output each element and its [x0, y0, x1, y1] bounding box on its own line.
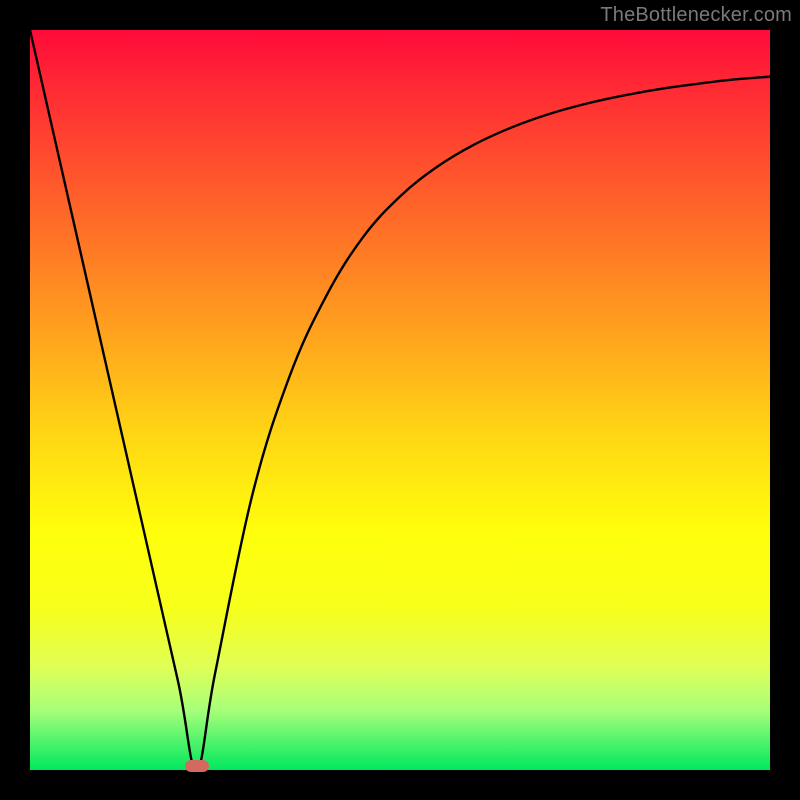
watermark-text: TheBottlenecker.com	[600, 4, 792, 27]
curve-svg	[30, 30, 770, 770]
optimal-point-marker	[185, 760, 209, 772]
chart-frame: TheBottlenecker.com	[0, 0, 800, 800]
plot-area	[30, 30, 770, 770]
bottleneck-curve	[30, 30, 770, 770]
